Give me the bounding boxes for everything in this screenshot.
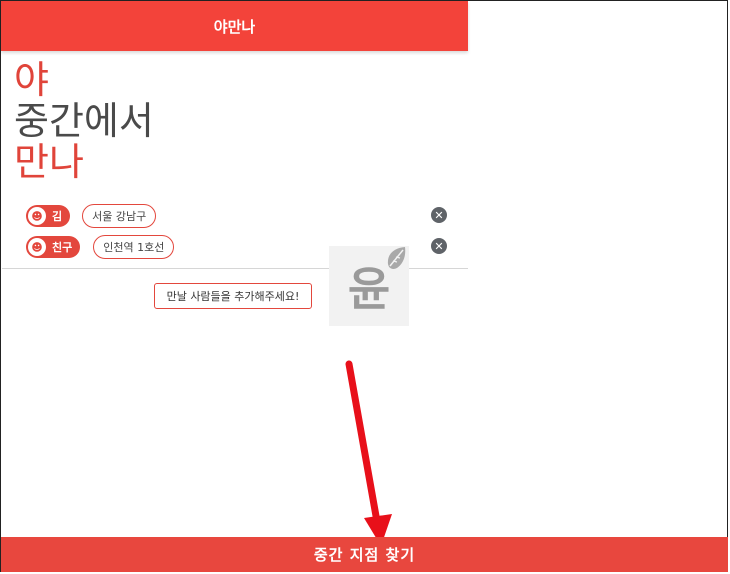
find-midpoint-button[interactable]: 중간 지점 찾기 (1, 537, 728, 572)
annotation-arrow-icon (345, 360, 392, 546)
find-midpoint-label: 중간 지점 찾기 (313, 546, 416, 564)
